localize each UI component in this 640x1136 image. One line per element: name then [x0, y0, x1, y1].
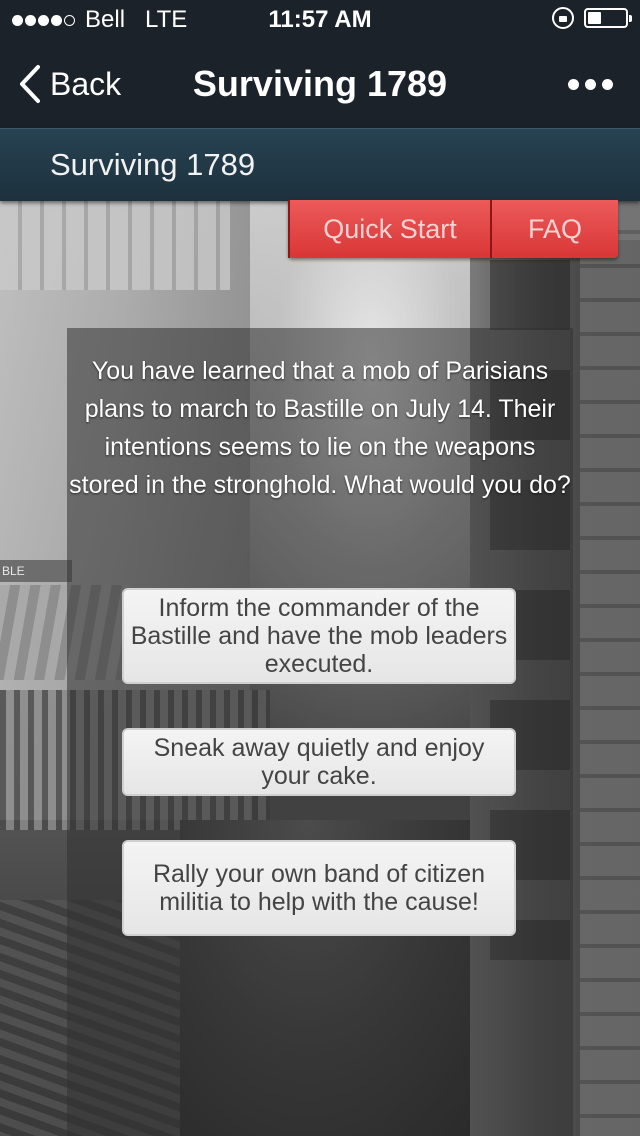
- story-prompt: You have learned that a mob of Parisians…: [69, 357, 571, 499]
- battery-fill: [588, 12, 601, 24]
- building-left-roofline: [0, 200, 230, 290]
- shop-sign: BLE: [0, 560, 72, 582]
- sub-header-title: Surviving 1789: [50, 147, 256, 182]
- status-right: [552, 7, 632, 29]
- sub-header: Surviving 1789: [0, 128, 640, 201]
- rotation-lock-icon: [552, 7, 574, 29]
- status-time: 11:57 AM: [268, 6, 372, 33]
- more-dots-icon: [585, 78, 596, 90]
- status-bar: Bell LTE 11:57 AM: [0, 0, 640, 40]
- story-panel: You have learned that a mob of Parisians…: [67, 328, 573, 1136]
- more-options-button[interactable]: [568, 74, 614, 94]
- more-dots-icon: [602, 78, 613, 90]
- stone-wall-right: [580, 200, 640, 1136]
- choice-button-inform-commander[interactable]: Inform the commander of the Bastille and…: [122, 588, 516, 684]
- chevron-left-icon: [20, 65, 40, 103]
- choice-button-rally-militia[interactable]: Rally your own band of citizen militia t…: [122, 840, 516, 936]
- quick-start-button[interactable]: Quick Start: [288, 200, 490, 258]
- navigation-bar: Back Surviving 1789: [0, 40, 640, 128]
- faq-button[interactable]: FAQ: [490, 200, 618, 258]
- back-button[interactable]: Back: [18, 62, 121, 106]
- choice-button-sneak-away[interactable]: Sneak away quietly and enjoy your cake.: [122, 728, 516, 796]
- back-label: Back: [50, 65, 122, 102]
- more-dots-icon: [568, 78, 579, 90]
- action-tabs: Quick Start FAQ: [288, 200, 618, 258]
- battery-icon: [584, 8, 632, 28]
